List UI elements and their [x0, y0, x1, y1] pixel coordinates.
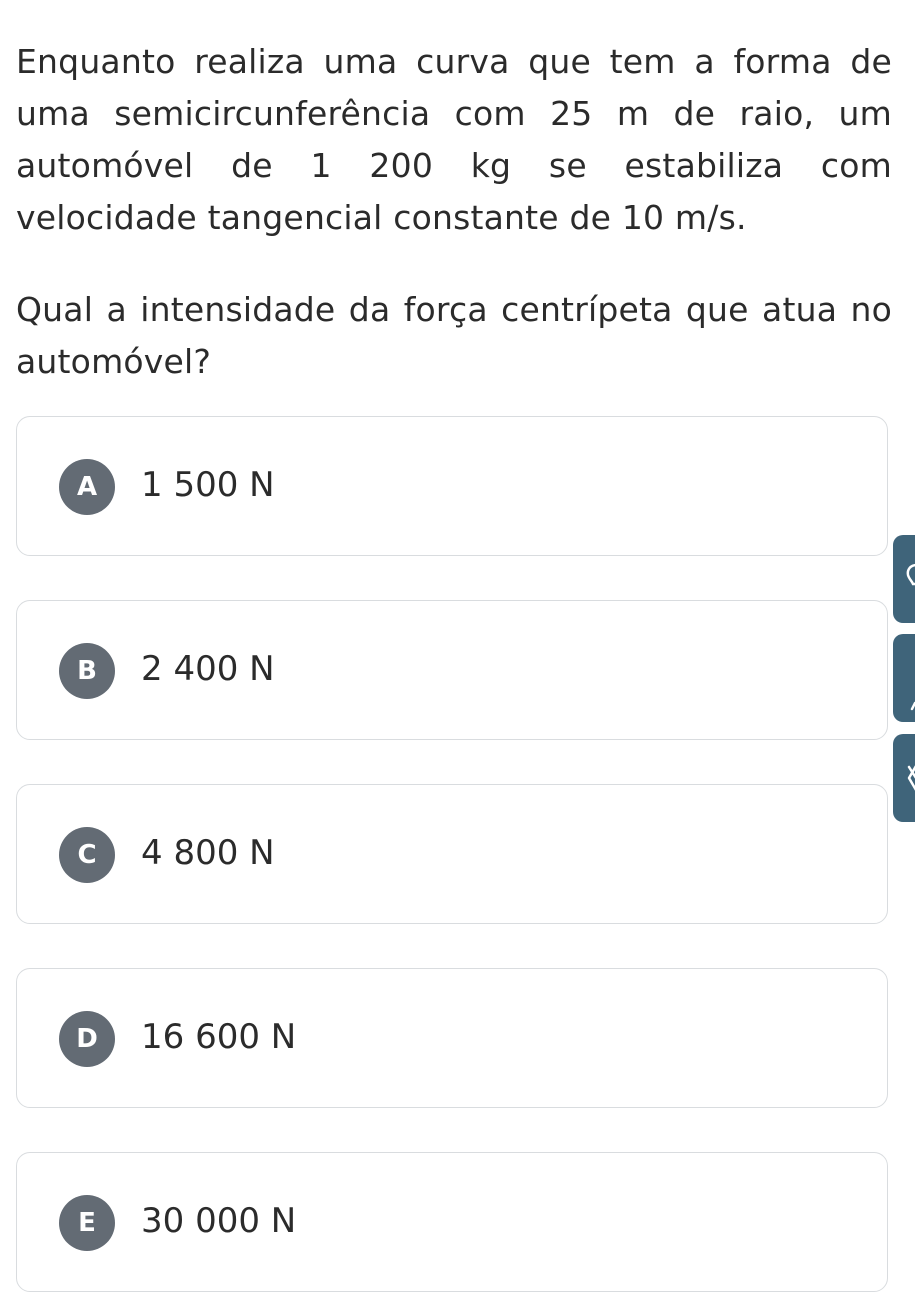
- option-c[interactable]: C 4 800 N: [16, 784, 888, 924]
- collapse-arrow-icon: [907, 765, 915, 791]
- lightbulb-icon: [906, 563, 915, 586]
- option-text: 2 400 N: [141, 649, 275, 689]
- notes-tab[interactable]: [893, 634, 915, 722]
- option-letter-badge: E: [59, 1195, 115, 1251]
- option-d[interactable]: D 16 600 N: [16, 968, 888, 1108]
- option-text: 4 800 N: [141, 833, 275, 873]
- option-text: 16 600 N: [141, 1017, 297, 1057]
- question-statement: Enquanto realiza uma curva que tem a for…: [16, 42, 892, 237]
- option-letter-badge: C: [59, 827, 115, 883]
- hint-tab[interactable]: [893, 535, 915, 623]
- option-letter-badge: D: [59, 1011, 115, 1067]
- question-prompt: Qual a intensidade da força centrípeta q…: [16, 290, 892, 381]
- option-letter-badge: A: [59, 459, 115, 515]
- option-b[interactable]: B 2 400 N: [16, 600, 888, 740]
- collapse-tab[interactable]: [893, 734, 915, 822]
- pencil-icon: [910, 701, 915, 711]
- option-e[interactable]: E 30 000 N: [16, 1152, 888, 1292]
- option-text: 1 500 N: [141, 465, 275, 505]
- option-letter-badge: B: [59, 643, 115, 699]
- option-text: 30 000 N: [141, 1201, 297, 1241]
- option-a[interactable]: A 1 500 N: [16, 416, 888, 556]
